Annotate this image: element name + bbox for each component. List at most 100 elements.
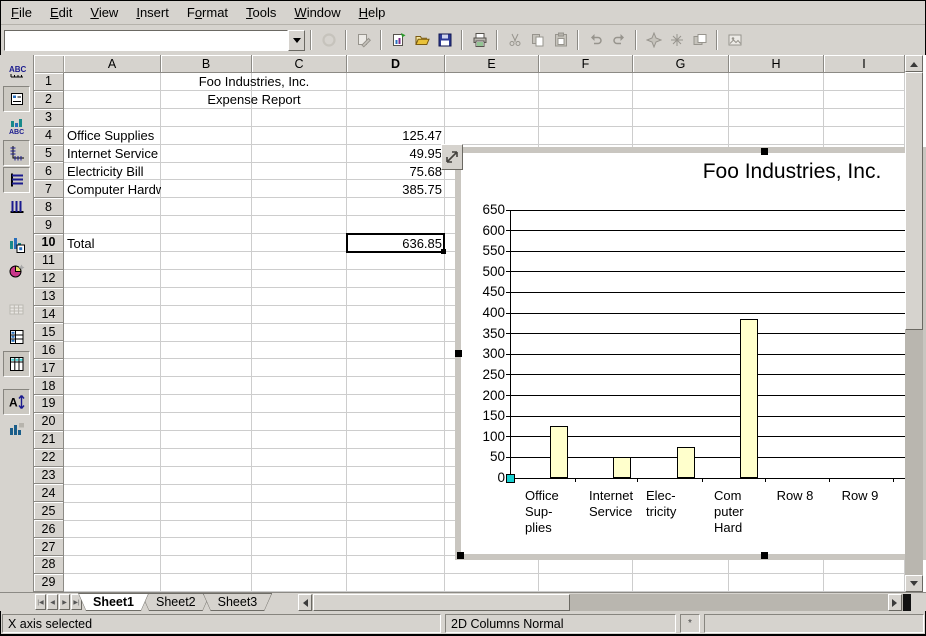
menu-tools[interactable]: Tools: [237, 2, 285, 23]
print-icon[interactable]: [468, 28, 491, 52]
fill-handle[interactable]: [441, 249, 446, 254]
x-category-label[interactable]: OfficeSup-plies: [511, 488, 575, 536]
menu-edit[interactable]: Edit: [41, 2, 81, 23]
cell-A6[interactable]: Electricity Bill: [64, 163, 161, 181]
x-category-label[interactable]: Row 8: [763, 488, 827, 504]
row-header-19[interactable]: 19: [34, 395, 64, 413]
cell-A7[interactable]: Computer Hardware: [64, 180, 161, 198]
row-header-7[interactable]: 7: [34, 180, 64, 198]
sheet-tab-sheet2[interactable]: Sheet2: [141, 593, 211, 611]
row-header-16[interactable]: 16: [34, 341, 64, 359]
chart-object[interactable]: Foo Industries, Inc. 0501001502002503003…: [455, 147, 926, 560]
x-category-label[interactable]: Elec-tricity: [632, 488, 696, 520]
column-header-G[interactable]: G: [633, 55, 729, 73]
column-header-F[interactable]: F: [539, 55, 633, 73]
menu-help[interactable]: Help: [350, 2, 395, 23]
vertical-grid-on-off-button[interactable]: [3, 194, 30, 220]
row-header-10[interactable]: 10: [34, 234, 64, 252]
edit-chart-type-button[interactable]: [3, 232, 30, 258]
new-document-icon[interactable]: [387, 28, 410, 52]
menu-insert[interactable]: Insert: [127, 2, 178, 23]
autoformat-chart-button[interactable]: [3, 259, 30, 285]
menu-file[interactable]: File: [2, 2, 41, 23]
menu-window[interactable]: Window: [285, 2, 349, 23]
cell-D7[interactable]: 385.75: [347, 180, 445, 198]
cell-A10[interactable]: Total: [64, 234, 161, 252]
scroll-right-button[interactable]: [888, 594, 902, 611]
scale-text-button[interactable]: A: [3, 389, 30, 415]
column-header-I[interactable]: I: [824, 55, 905, 73]
horizontal-scroll-thumb[interactable]: [313, 594, 570, 611]
cell-A4[interactable]: Office Supplies: [64, 127, 161, 145]
gallery-icon[interactable]: [723, 28, 746, 52]
bar-internet-service[interactable]: [613, 457, 631, 478]
documents-icon[interactable]: [688, 28, 711, 52]
show-axis-descriptions-button[interactable]: [3, 140, 30, 166]
row-header-18[interactable]: 18: [34, 377, 64, 395]
bar-computer-hardware[interactable]: [740, 319, 758, 478]
row-header-14[interactable]: 14: [34, 306, 64, 324]
row-header-1[interactable]: 1: [34, 73, 64, 91]
row-header-8[interactable]: 8: [34, 198, 64, 216]
row-header-21[interactable]: 21: [34, 431, 64, 449]
column-header-A[interactable]: A: [64, 55, 161, 73]
row-header-27[interactable]: 27: [34, 538, 64, 556]
data-in-columns-button[interactable]: [3, 351, 30, 377]
menu-view[interactable]: View: [81, 2, 127, 23]
x-category-label[interactable]: ComputerHard: [700, 488, 764, 536]
stop-icon[interactable]: [317, 28, 340, 52]
column-header-D[interactable]: D: [347, 55, 445, 73]
edit-file-icon[interactable]: [352, 28, 375, 52]
row-header-26[interactable]: 26: [34, 520, 64, 538]
x-axis-selection-handle[interactable]: [506, 474, 515, 483]
cell-D6[interactable]: 75.68: [347, 163, 445, 181]
chart-title[interactable]: Foo Industries, Inc.: [627, 160, 926, 184]
save-icon[interactable]: [433, 28, 456, 52]
vertical-scrollbar[interactable]: [905, 55, 923, 592]
row-header-23[interactable]: 23: [34, 467, 64, 485]
x-category-label[interactable]: Row 9: [828, 488, 892, 504]
menu-format[interactable]: Format: [178, 2, 237, 23]
select-all-corner[interactable]: [34, 55, 64, 73]
row-header-13[interactable]: 13: [34, 288, 64, 306]
column-header-H[interactable]: H: [729, 55, 824, 73]
row-header-29[interactable]: 29: [34, 574, 64, 592]
row-header-28[interactable]: 28: [34, 556, 64, 574]
bar-electricity[interactable]: [677, 447, 695, 478]
chart-resize-handle[interactable]: [455, 350, 462, 357]
url-dropdown-button[interactable]: [288, 30, 305, 51]
next-sheet-button[interactable]: ▶: [59, 594, 70, 610]
bar-office-supplies[interactable]: [550, 426, 568, 478]
row-header-3[interactable]: 3: [34, 109, 64, 127]
sheet-tab-sheet1[interactable]: Sheet1: [78, 593, 149, 611]
title-on-off-button[interactable]: ABC: [3, 59, 30, 85]
legend-on-off-button[interactable]: [3, 86, 30, 112]
row-header-25[interactable]: 25: [34, 502, 64, 520]
column-header-E[interactable]: E: [445, 55, 539, 73]
previous-sheet-button[interactable]: ◀: [47, 594, 58, 610]
data-in-rows-button[interactable]: [3, 324, 30, 350]
x-category-label[interactable]: InternetService: [575, 488, 639, 520]
row-header-5[interactable]: 5: [34, 145, 64, 163]
row-header-6[interactable]: 6: [34, 162, 64, 180]
row-header-15[interactable]: 15: [34, 323, 64, 341]
first-sheet-button[interactable]: |◀: [35, 594, 46, 610]
chart-resize-handle[interactable]: [457, 552, 464, 559]
cell-D4[interactable]: 125.47: [347, 127, 445, 145]
vertical-scroll-thumb[interactable]: [905, 72, 923, 330]
row-header-2[interactable]: 2: [34, 91, 64, 109]
row-header-4[interactable]: 4: [34, 127, 64, 145]
scroll-down-button[interactable]: [905, 575, 923, 592]
x-axis-line[interactable]: [510, 478, 905, 479]
chart-resize-handle[interactable]: [761, 552, 768, 559]
y-axis-line[interactable]: [510, 210, 511, 482]
horizontal-grid-on-off-button[interactable]: [3, 167, 30, 193]
chart-resize-handle[interactable]: [761, 148, 768, 155]
redo-icon[interactable]: [607, 28, 630, 52]
cell-D5[interactable]: 49.95: [347, 145, 445, 163]
horizontal-scrollbar[interactable]: [298, 594, 905, 611]
reorganize-chart-button[interactable]: [3, 416, 30, 442]
scroll-up-button[interactable]: [905, 55, 923, 72]
column-header-B[interactable]: B: [161, 55, 252, 73]
undo-icon[interactable]: [584, 28, 607, 52]
